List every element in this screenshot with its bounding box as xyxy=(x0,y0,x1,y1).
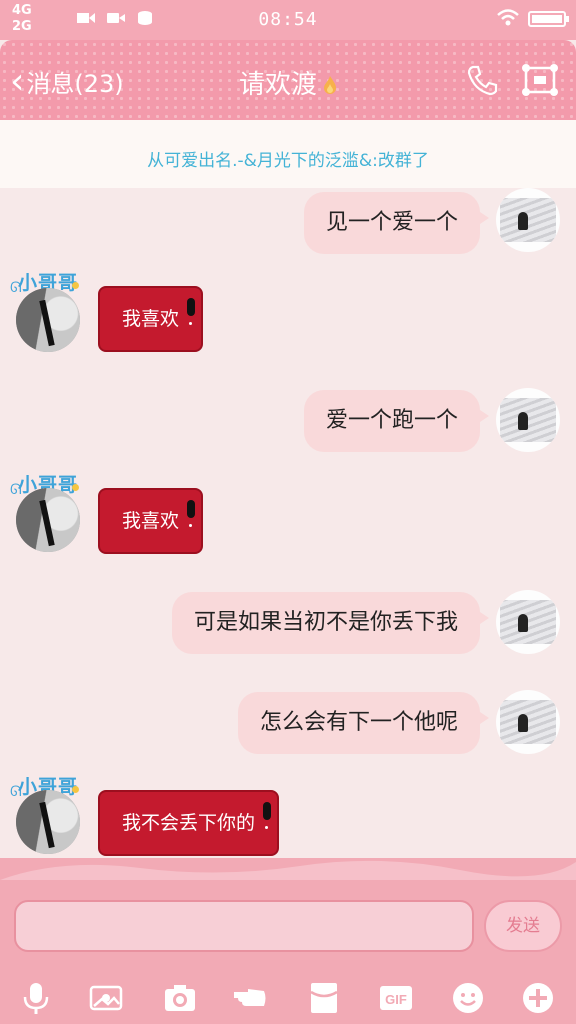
status-bar: 4G 2G 08:54 xyxy=(0,0,576,40)
group-notice-text: 从可爱出名.-&月光下的泛滥&:改群了 xyxy=(147,151,429,171)
chat-header: ‹ 消息(23) 请欢渡 xyxy=(0,40,576,120)
my-avatar[interactable] xyxy=(496,590,560,654)
contact-message-bubble[interactable]: 我不会丢下你的 xyxy=(98,790,280,856)
my-avatar[interactable] xyxy=(496,188,560,252)
my-message-bubble[interactable]: 可是如果当初不是你丢下我 xyxy=(171,592,490,654)
my-message-bubble[interactable]: 见一个爱一个 xyxy=(303,192,490,254)
send-button[interactable]: 发送 xyxy=(484,900,562,952)
my-message-bubble[interactable]: 爱一个跑一个 xyxy=(303,390,490,452)
contact-avatar[interactable] xyxy=(16,488,80,552)
message-input[interactable] xyxy=(14,900,474,952)
red-packet-icon[interactable] xyxy=(304,978,344,1018)
my-avatar[interactable] xyxy=(496,690,560,754)
message-text: 我不会丢下你的 xyxy=(122,812,256,834)
gif-label: GIF xyxy=(385,992,407,1007)
battery-icon xyxy=(528,11,569,27)
input-toolbar: GIF xyxy=(0,970,576,1024)
chat-title-text: 请欢渡 xyxy=(238,70,317,100)
contact-message-bubble[interactable]: 我喜欢 xyxy=(98,488,204,554)
clock: 08:54 xyxy=(258,9,318,30)
poke-icon[interactable] xyxy=(230,978,270,1018)
decorative-wave xyxy=(0,860,576,880)
contact-avatar[interactable] xyxy=(16,790,80,854)
gif-icon[interactable]: GIF xyxy=(376,978,416,1018)
message-text: 我喜欢 xyxy=(122,510,180,532)
plus-icon[interactable] xyxy=(518,978,558,1018)
group-profile-icon[interactable] xyxy=(520,62,560,98)
contact-avatar[interactable] xyxy=(16,288,80,352)
input-panel: 发送 GIF xyxy=(0,858,576,1024)
flame-icon xyxy=(324,76,336,94)
contact-message-bubble[interactable]: 我喜欢 xyxy=(98,286,204,352)
my-message-bubble[interactable]: 怎么会有下一个他呢 xyxy=(237,692,490,754)
message-list[interactable]: 见一个爱一个 ᘏ 小哥哥 我喜欢 爱一个跑一个 ᘏ 小哥哥 我喜欢 可是如果当初… xyxy=(0,188,576,860)
wifi-icon xyxy=(497,9,519,26)
message-text: 我喜欢 xyxy=(122,308,180,330)
emoji-icon[interactable] xyxy=(448,978,488,1018)
my-avatar[interactable] xyxy=(496,388,560,452)
group-notice-bar[interactable]: 从可爱出名.-&月光下的泛滥&:改群了 xyxy=(0,120,576,188)
image-icon[interactable] xyxy=(86,978,126,1018)
microphone-icon[interactable] xyxy=(16,978,56,1018)
phone-call-icon[interactable] xyxy=(466,64,498,96)
camera-icon[interactable] xyxy=(160,978,200,1018)
